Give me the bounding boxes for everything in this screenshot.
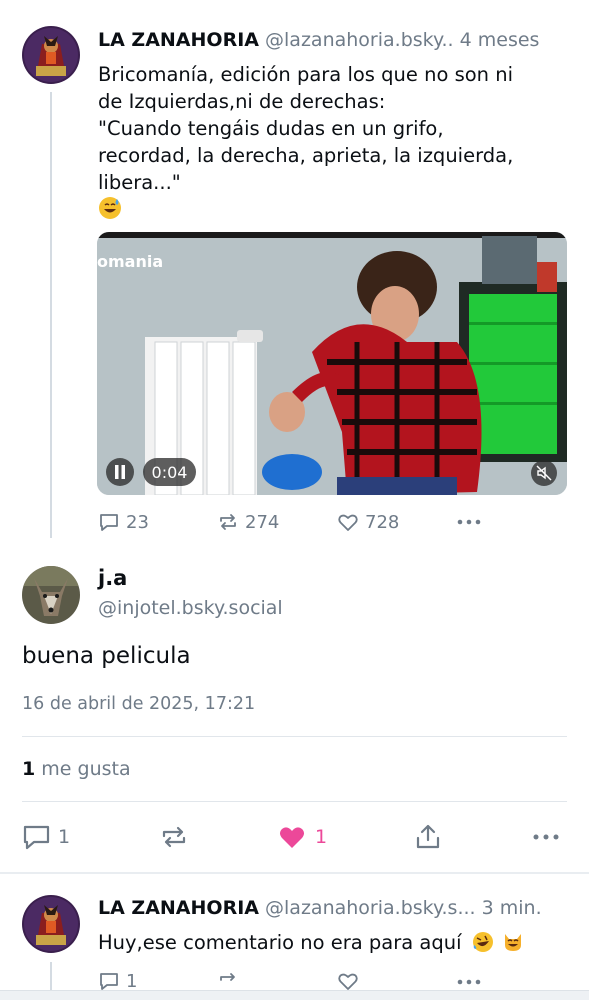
focus-reply-button[interactable]: 1: [22, 820, 70, 854]
reply-bubble-icon: [100, 514, 118, 531]
muted-speaker-icon: [536, 465, 552, 481]
heart-outline-icon: [338, 973, 358, 990]
post3-header: LA ZANAHORIA @lazanahoria.bsky.s... 3 mi…: [98, 897, 542, 919]
post3-time[interactable]: 3 min.: [482, 897, 542, 919]
post1-handle[interactable]: @lazanahoria.bsky..: [265, 29, 454, 51]
avatar-la-zanahoria[interactable]: [22, 26, 80, 84]
post1-repost-count: 274: [245, 511, 280, 533]
focus-handle[interactable]: @injotel.bsky.social: [98, 597, 283, 619]
divider-bottom: [22, 801, 567, 802]
focus-more-button[interactable]: [532, 820, 560, 854]
post1-reply-count: 23: [126, 511, 149, 533]
mute-toggle-button[interactable]: [531, 460, 557, 486]
post3-like-button[interactable]: [337, 970, 365, 992]
post3-handle[interactable]: @lazanahoria.bsky.s...: [265, 897, 476, 919]
ellipsis-icon: [457, 979, 481, 985]
ellipsis-icon: [457, 519, 481, 525]
pause-button[interactable]: [106, 458, 134, 486]
thread-line-top: [50, 92, 52, 538]
grinning-cat-emoji: [504, 934, 521, 951]
ellipsis-icon: [533, 834, 559, 840]
post3-reply-button[interactable]: 1: [98, 970, 137, 992]
bottom-composer-bar[interactable]: [0, 990, 589, 1000]
focus-reply-count: 1: [58, 826, 71, 848]
focus-repost-button[interactable]: [159, 820, 189, 854]
heart-outline-icon: [338, 514, 358, 531]
focus-action-bar: 1 1: [22, 820, 567, 854]
repost-icon: [220, 973, 235, 981]
focus-like-count: 1: [315, 826, 328, 848]
focus-display-name[interactable]: j.a: [98, 566, 127, 590]
focus-post-date: 16 de abril de 2025, 17:21: [22, 694, 256, 714]
post3-text-row: Huy,ese comentario no era para aquí: [98, 929, 568, 956]
focus-share-button[interactable]: [414, 820, 442, 854]
post3-repost-button[interactable]: [217, 970, 245, 992]
post1-repost-button[interactable]: 274: [217, 511, 279, 533]
post1-time[interactable]: 4 meses: [460, 29, 540, 51]
reply-bubble-icon: [100, 973, 118, 990]
post3-reply-count: 1: [126, 970, 138, 992]
avatar-la-zanahoria-reply[interactable]: [22, 895, 80, 953]
post1-header: LA ZANAHORIA @lazanahoria.bsky.. 4 meses: [98, 29, 539, 51]
thread-separator: [0, 872, 589, 874]
focus-post-text: buena pelicula: [22, 643, 191, 669]
post3-text: Huy,ese comentario no era para aquí: [98, 931, 462, 954]
thread-line-bottom: [50, 962, 52, 992]
post1-reply-button[interactable]: 23: [98, 511, 149, 533]
likes-number: 1: [22, 758, 36, 780]
grinning-sweat-emoji: [98, 196, 122, 220]
rofl-emoji: [472, 932, 493, 952]
heart-filled-icon: [280, 827, 304, 848]
repost-icon: [220, 514, 236, 530]
focus-like-button[interactable]: 1: [277, 820, 327, 854]
share-icon: [416, 824, 440, 849]
post1-display-name[interactable]: LA ZANAHORIA: [98, 29, 259, 51]
post1-like-button[interactable]: 728: [337, 511, 399, 533]
post1-more-button[interactable]: [456, 512, 488, 532]
video-watermark-logo: omania: [97, 252, 164, 271]
divider-top: [22, 736, 567, 737]
post1-video[interactable]: omania 0:04: [97, 232, 567, 495]
video-timestamp: 0:04: [143, 458, 196, 486]
post3-more-button[interactable]: [456, 972, 488, 992]
likes-summary[interactable]: 1 me gusta: [22, 758, 131, 780]
post1-like-count: 728: [365, 511, 400, 533]
avatar-ja[interactable]: [22, 566, 80, 624]
post3-display-name[interactable]: LA ZANAHORIA: [98, 897, 259, 919]
likes-label: me gusta: [41, 758, 131, 780]
reply-bubble-icon: [23, 825, 50, 850]
repost-icon: [162, 826, 186, 848]
video-time-label: 0:04: [151, 462, 188, 482]
post1-text: Bricomanía, edición para los que no son …: [98, 63, 514, 194]
pause-icon: [115, 465, 125, 479]
